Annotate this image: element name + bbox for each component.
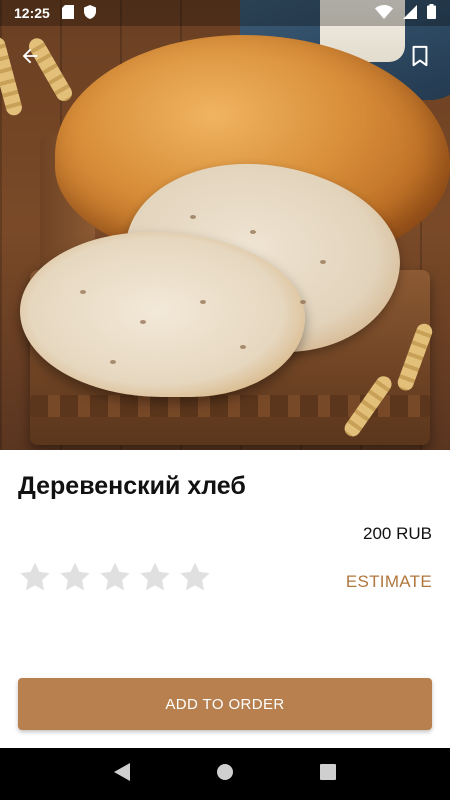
product-details: Деревенский хлеб 200 RUB ESTIMATE ADD TO… — [0, 450, 450, 748]
bread-seed — [320, 260, 326, 264]
bookmark-icon — [410, 45, 430, 72]
star-icon[interactable] — [18, 560, 52, 594]
bread-seed — [200, 300, 206, 304]
bookmark-button[interactable] — [402, 40, 438, 76]
back-button[interactable] — [12, 40, 48, 76]
recents-square-icon — [320, 763, 337, 785]
nav-back-button[interactable] — [102, 754, 142, 794]
add-to-order-button[interactable]: ADD TO ORDER — [18, 678, 432, 730]
nav-home-button[interactable] — [205, 754, 245, 794]
arrow-left-icon — [19, 45, 41, 72]
sd-card-icon — [61, 4, 74, 22]
product-image — [0, 0, 450, 450]
shield-icon — [83, 4, 96, 22]
home-circle-icon — [216, 763, 234, 786]
star-icon[interactable] — [98, 560, 132, 594]
product-title: Деревенский хлеб — [18, 472, 246, 500]
status-bar: 12:25 — [0, 0, 450, 26]
nav-recents-button[interactable] — [308, 754, 348, 794]
bread-seed — [80, 290, 86, 294]
wifi-icon — [375, 4, 393, 22]
estimate-button[interactable]: ESTIMATE — [346, 572, 432, 592]
battery-icon — [427, 4, 436, 22]
star-icon[interactable] — [138, 560, 172, 594]
bread-seed — [240, 345, 246, 349]
navigation-bar — [0, 748, 450, 800]
bread-seed — [300, 300, 306, 304]
bread-seed — [140, 320, 146, 324]
back-triangle-icon — [113, 762, 130, 786]
product-price: 200 RUB — [363, 524, 432, 543]
bread-seed — [250, 230, 256, 234]
bread-seed — [110, 360, 116, 364]
bread-seed — [190, 215, 196, 219]
cell-signal-icon — [403, 4, 417, 22]
status-time: 12:25 — [14, 5, 50, 21]
star-icon[interactable] — [178, 560, 212, 594]
star-icon[interactable] — [58, 560, 92, 594]
rating-stars[interactable] — [18, 560, 212, 594]
